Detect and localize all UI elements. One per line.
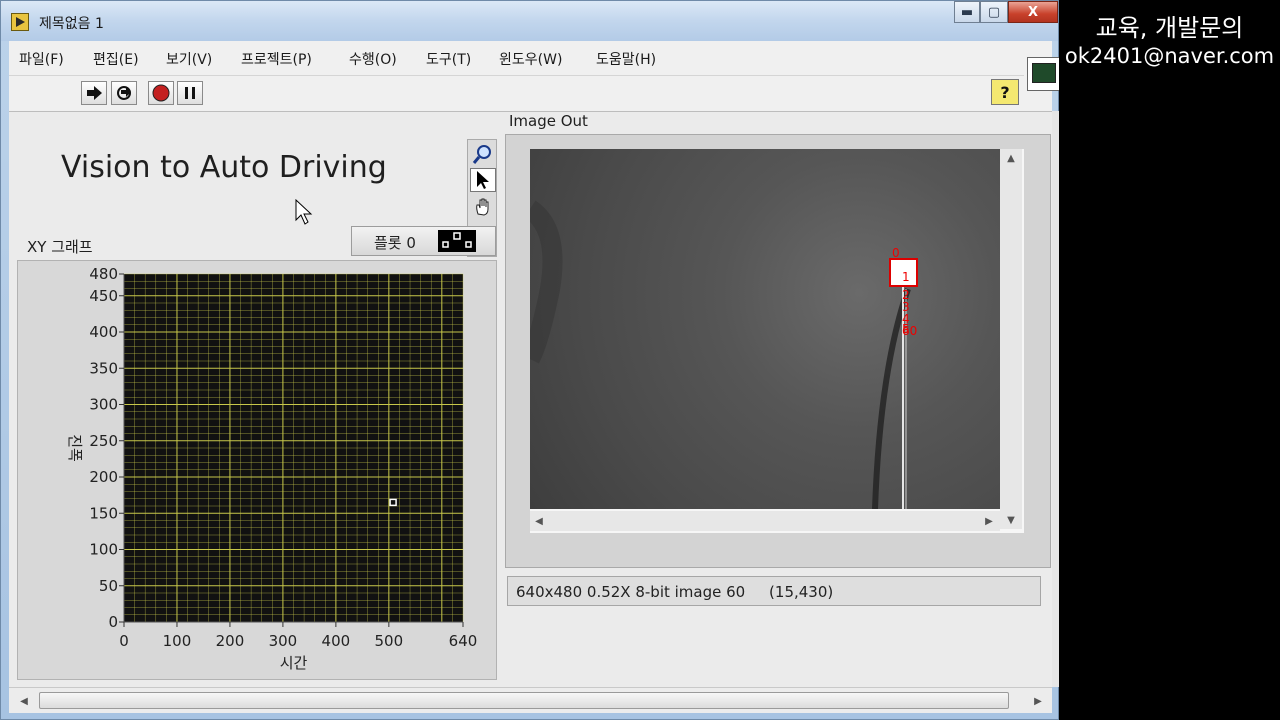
run-continuously-icon <box>117 86 131 100</box>
x-tick-label: 200 <box>216 632 245 650</box>
labview-window: 제목없음 1 ▬ ▢ X 파일(F) 편집(E) 보기(V) 프로젝트(P) 수… <box>0 0 1061 720</box>
scroll-down-icon[interactable]: ▼ <box>1002 511 1020 529</box>
image-horizontal-scrollbar[interactable]: ◀ ▶ <box>530 511 1000 531</box>
marker-label-60: 60 <box>902 324 917 338</box>
pan-tool[interactable] <box>470 194 496 218</box>
run-continuously-button[interactable] <box>111 81 137 105</box>
y-tick-label: 0 <box>108 613 118 631</box>
x-tick-label: 100 <box>163 632 192 650</box>
close-button[interactable]: X <box>1008 1 1058 23</box>
x-axis-label: 시간 <box>280 654 308 672</box>
scroll-left-icon[interactable]: ◀ <box>15 692 33 710</box>
menu-window[interactable]: 윈도우(W) <box>499 49 562 69</box>
y-tick-label: 480 <box>89 265 118 283</box>
minimize-button[interactable]: ▬ <box>954 1 980 23</box>
y-tick-label: 350 <box>89 359 118 377</box>
y-tick-label: 450 <box>89 287 118 305</box>
waveform-icon <box>1032 63 1056 83</box>
x-tick-label: 640 <box>449 632 478 650</box>
hand-icon <box>476 198 489 216</box>
y-tick-label: 150 <box>89 504 118 522</box>
cursor-tool[interactable] <box>470 168 496 192</box>
menu-project[interactable]: 프로젝트(P) <box>241 49 312 69</box>
image-status-bar: 640x480 0.52X 8-bit image 60 (15,430) <box>507 576 1041 606</box>
abort-button[interactable] <box>148 81 174 105</box>
xy-graph: 0 50 100 150 200 250 300 350 400 450 480 0 100 200 300… <box>17 260 497 680</box>
menu-operate[interactable]: 수행(O) <box>349 49 397 69</box>
y-axis-label: 진폭 <box>66 434 84 462</box>
maximize-button[interactable]: ▢ <box>980 1 1008 23</box>
menu-edit[interactable]: 편집(E) <box>93 49 139 69</box>
context-help-button[interactable]: ? <box>991 79 1019 105</box>
scroll-thumb[interactable] <box>39 692 1009 709</box>
contact-overlay: 교육, 개발문의 ok2401@naver.com <box>1059 0 1280 720</box>
menu-help[interactable]: 도움말(H) <box>596 49 656 69</box>
toolbar <box>9 75 1024 109</box>
marker-label-0: 0 <box>892 246 900 260</box>
camera-image[interactable]: 0 1 2 3 4 5 60 <box>530 149 1000 509</box>
scroll-up-icon[interactable]: ▲ <box>1002 149 1020 167</box>
y-tick-label: 300 <box>89 396 118 414</box>
x-tick-label: 0 <box>119 632 129 650</box>
y-tick-label: 100 <box>89 541 118 559</box>
window-client: 파일(F) 편집(E) 보기(V) 프로젝트(P) 수행(O) 도구(T) 윈도… <box>9 41 1061 713</box>
x-tick-label: 300 <box>269 632 298 650</box>
scroll-left-icon[interactable]: ◀ <box>530 512 548 530</box>
zoom-tool[interactable] <box>470 142 496 166</box>
legend-swatch[interactable] <box>438 230 476 252</box>
marker-label-1: 1 <box>902 270 910 284</box>
plot-legend[interactable]: 플롯 0 <box>351 226 496 256</box>
overlay-heading: 교육, 개발문의 <box>1095 14 1244 42</box>
panel-title: Vision to Auto Driving <box>61 150 387 185</box>
run-arrow-icon <box>87 86 102 100</box>
scroll-right-icon[interactable]: ▶ <box>980 512 998 530</box>
overlay-email: ok2401@naver.com <box>1064 44 1275 68</box>
menu-view[interactable]: 보기(V) <box>166 49 212 69</box>
image-out-label: Image Out <box>509 112 588 130</box>
window-controls: ▬ ▢ X <box>954 1 1058 25</box>
image-display: 0 1 2 3 4 5 60 ▲ ▼ ◀ ▶ <box>505 134 1051 568</box>
scroll-right-icon[interactable]: ▶ <box>1029 692 1047 710</box>
y-tick-label: 50 <box>99 577 118 595</box>
pause-button[interactable] <box>177 81 203 105</box>
y-tick-label: 200 <box>89 468 118 486</box>
pause-icon <box>185 87 195 99</box>
arrow-pointer-icon <box>477 171 489 189</box>
abort-icon <box>152 84 170 102</box>
menu-file[interactable]: 파일(F) <box>19 49 64 69</box>
window-title: 제목없음 1 <box>39 16 104 32</box>
legend-plot-name: 플롯 0 <box>374 234 416 252</box>
magnifier-icon <box>472 145 491 164</box>
image-viewport[interactable]: 0 1 2 3 4 5 60 ▲ ▼ ◀ ▶ <box>530 149 1024 533</box>
image-vertical-scrollbar[interactable]: ▲ ▼ <box>1000 149 1022 529</box>
run-button[interactable] <box>81 81 107 105</box>
y-tick-label: 400 <box>89 323 118 341</box>
vi-icon[interactable] <box>1027 57 1061 91</box>
menu-bar: 파일(F) 편집(E) 보기(V) 프로젝트(P) 수행(O) 도구(T) 윈도… <box>9 41 1052 73</box>
x-tick-label: 500 <box>375 632 404 650</box>
title-bar[interactable]: 제목없음 1 ▬ ▢ X <box>1 1 1058 41</box>
xy-graph-label: XY 그래프 <box>27 238 93 256</box>
y-tick-label: 250 <box>89 432 118 450</box>
x-tick-label: 400 <box>322 632 351 650</box>
point-style-icon <box>442 232 472 248</box>
front-panel: Vision to Auto Driving XY 그래프 플롯 0 0 50 … <box>9 111 1052 687</box>
xy-graph-plot[interactable]: 0 50 100 150 200 250 300 350 400 450 480 0 100 200 300… <box>18 261 498 681</box>
mouse-pointer-icon <box>295 199 313 225</box>
labview-app-icon[interactable] <box>11 13 29 31</box>
menu-tools[interactable]: 도구(T) <box>426 49 471 69</box>
camera-image-overlay: 0 1 2 3 4 5 60 <box>530 200 918 509</box>
panel-horizontal-scrollbar[interactable]: ◀ ▶ <box>9 687 1052 713</box>
image-info-text: 640x480 0.52X 8-bit image 60 (15,430) <box>516 583 834 601</box>
